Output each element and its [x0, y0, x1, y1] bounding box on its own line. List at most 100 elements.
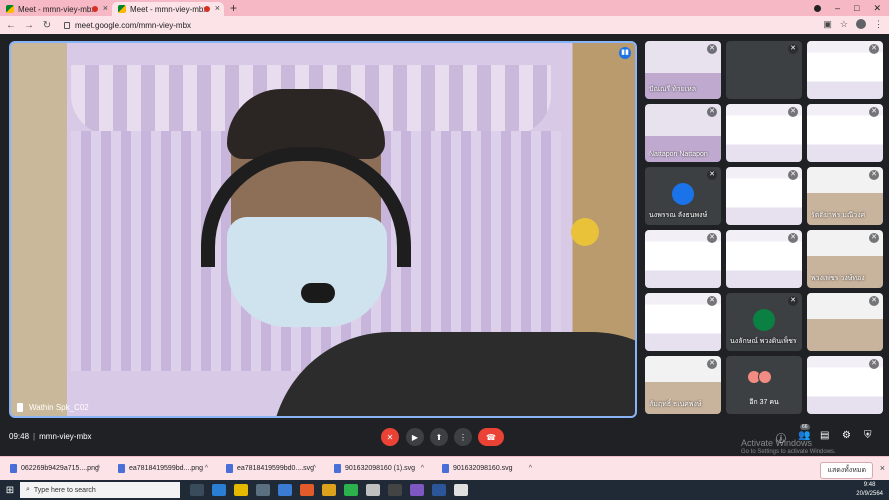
participant-tile[interactable]: ✕ นงพรรณ ลังธนพงษ์ [645, 167, 721, 225]
chevron-up-icon[interactable]: ^ [529, 465, 532, 472]
mic-muted-icon: ✕ [707, 359, 717, 369]
menu-icon[interactable]: ⋮ [874, 19, 883, 30]
main-speaker-label: Wathin Spk_C02 [17, 403, 89, 412]
mic-muted-icon: ✕ [869, 44, 879, 54]
camera-permission-icon[interactable]: ▣ [823, 19, 832, 30]
profile-avatar[interactable] [856, 19, 866, 29]
meet-stage: ▮▮ Wathin Spk_C02 ✕ ปัณณรี ท้ายเหล ✕ ✕ ✕ Natt… [0, 34, 889, 456]
pin-icon[interactable] [17, 403, 23, 412]
mic-off-button[interactable]: ✕ [381, 428, 399, 446]
close-window-icon[interactable]: ✕ [873, 3, 881, 14]
meeting-details: 09:48 | mmn-viey-mbx [9, 432, 92, 441]
mic-muted-icon: ✕ [788, 107, 798, 117]
more-options-button[interactable]: ⋮ [454, 428, 472, 446]
main-speaker-video[interactable]: ▮▮ Wathin Spk_C02 [9, 41, 637, 418]
edge-icon[interactable] [212, 484, 226, 496]
maximize-icon[interactable]: □ [854, 3, 859, 13]
download-item[interactable]: 062269b9429a715....png ^ [0, 457, 108, 481]
store-icon[interactable] [256, 484, 270, 496]
participant-tile[interactable]: ✕ Nattapon Nattapon [645, 104, 721, 162]
leave-call-button[interactable]: ☎ [478, 428, 504, 446]
mic-muted-icon: ✕ [707, 107, 717, 117]
system-tray-clock[interactable]: 9:48 20/9/2564 [856, 481, 883, 499]
host-controls-icon[interactable]: ⛨ [864, 430, 872, 441]
mic-muted-icon: ✕ [707, 170, 717, 180]
chevron-up-icon[interactable]: ^ [313, 465, 316, 472]
word-icon[interactable] [432, 484, 446, 496]
file-explorer-icon[interactable] [234, 484, 248, 496]
taskbar-search[interactable]: ⌕ Type here to search [20, 482, 180, 498]
mic-muted-icon: ✕ [788, 296, 798, 306]
new-tab-button[interactable]: + [224, 2, 243, 16]
back-icon[interactable]: ← [4, 20, 18, 31]
mic-muted-icon: ✕ [869, 296, 879, 306]
download-filename: 901632098160 (1).svg [345, 465, 416, 472]
download-item[interactable]: 901632098160 (1).svg ^ [324, 457, 432, 481]
present-button[interactable]: ⬆ [430, 428, 448, 446]
download-filename: 062269b9429a715....png [21, 465, 99, 472]
participant-tile[interactable]: ✕ รัตติยาพร มณีวงศ [807, 167, 883, 225]
close-tab-icon[interactable]: × [215, 3, 220, 13]
close-downloads-icon[interactable]: × [880, 463, 885, 473]
people-count-badge: 66 [800, 424, 810, 430]
speaker-body [271, 332, 635, 416]
windows-start-icon[interactable]: ⊞ [0, 485, 20, 496]
window-controls: – □ ✕ [814, 0, 889, 16]
participant-name: ส้มฤทธิ์ ธเนศพงษ์ [649, 401, 702, 408]
reload-icon[interactable]: ↻ [40, 20, 54, 31]
participant-name: พวงเพชร วงษ์ทอง [811, 275, 865, 282]
browser-tab-2[interactable]: Meet - mmn-viey-mbx × [112, 2, 224, 16]
firefox-icon[interactable] [300, 484, 314, 496]
download-filename: ea7818419599bd0....svg [237, 465, 315, 472]
download-item[interactable]: ea7818419599bd0....svg ^ [216, 457, 324, 481]
download-filename: ea7818419599bd....png [129, 465, 203, 472]
line-icon[interactable] [344, 484, 358, 496]
close-tab-icon[interactable]: × [103, 3, 108, 13]
mail-icon[interactable] [278, 484, 292, 496]
chevron-up-icon[interactable]: ^ [97, 465, 100, 472]
participant-tile[interactable]: ✕ [807, 356, 883, 414]
notepad-icon[interactable] [454, 484, 468, 496]
activate-windows-watermark: Activate Windows Go to Settings to activ… [741, 438, 836, 455]
taskbar-date: 20/9/2564 [856, 491, 883, 497]
media-icon[interactable] [388, 484, 402, 496]
show-all-downloads-button[interactable]: แสดงทั้งหมด [820, 462, 873, 479]
taskbar-apps [190, 484, 468, 496]
minimize-icon[interactable]: – [835, 3, 840, 13]
participant-tile[interactable]: ✕ [726, 230, 802, 288]
record-indicator-icon [814, 4, 821, 12]
participant-tile[interactable]: ✕ [645, 293, 721, 351]
url-field[interactable]: meet.google.com/mmn-viey-mbx [64, 21, 191, 30]
download-item[interactable]: 901632098160.svg ^ [432, 457, 540, 481]
participant-tile[interactable]: อีก 37 คน [726, 356, 802, 414]
participant-tile[interactable]: ✕ พวงเพชร วงษ์ทอง [807, 230, 883, 288]
participant-tile[interactable]: ✕ [807, 293, 883, 351]
star-icon[interactable]: ☆ [840, 19, 848, 30]
participant-tile[interactable]: ✕ [645, 230, 721, 288]
participant-tile[interactable]: ✕ [807, 41, 883, 99]
participant-tile[interactable]: ✕ [726, 41, 802, 99]
forward-icon[interactable]: → [22, 20, 36, 31]
browser-actions: ▣ ☆ ⋮ [823, 19, 883, 30]
chevron-up-icon[interactable]: ^ [421, 465, 424, 472]
camera-button[interactable]: ▶ [406, 428, 424, 446]
participant-tile[interactable]: ✕ [726, 167, 802, 225]
chrome-icon[interactable] [322, 484, 336, 496]
browser-tab-1[interactable]: Meet - mmn-viey-mbx × [0, 2, 112, 16]
activities-icon[interactable]: ⚙ [842, 430, 851, 441]
meeting-code: mmn-viey-mbx [39, 432, 92, 441]
participant-tile[interactable]: ✕ [726, 104, 802, 162]
chevron-up-icon[interactable]: ^ [205, 465, 208, 472]
participant-tile[interactable]: ✕ ปัณณรี ท้ายเหล [645, 41, 721, 99]
app-icon[interactable] [366, 484, 380, 496]
participant-tile[interactable]: ✕ [807, 104, 883, 162]
participant-tile[interactable]: ✕ ส้มฤทธิ์ ธเนศพงษ์ [645, 356, 721, 414]
meet-favicon-icon [6, 5, 14, 13]
mic-muted-icon: ✕ [707, 44, 717, 54]
download-item[interactable]: ea7818419599bd....png ^ [108, 457, 216, 481]
participant-tile[interactable]: ✕ นงลักษณ์ พวงดินเพ็ชร [726, 293, 802, 351]
download-filename: 901632098160.svg [453, 465, 513, 472]
task-view-icon[interactable] [190, 484, 204, 496]
activate-title: Activate Windows [741, 438, 813, 448]
app-icon[interactable] [410, 484, 424, 496]
